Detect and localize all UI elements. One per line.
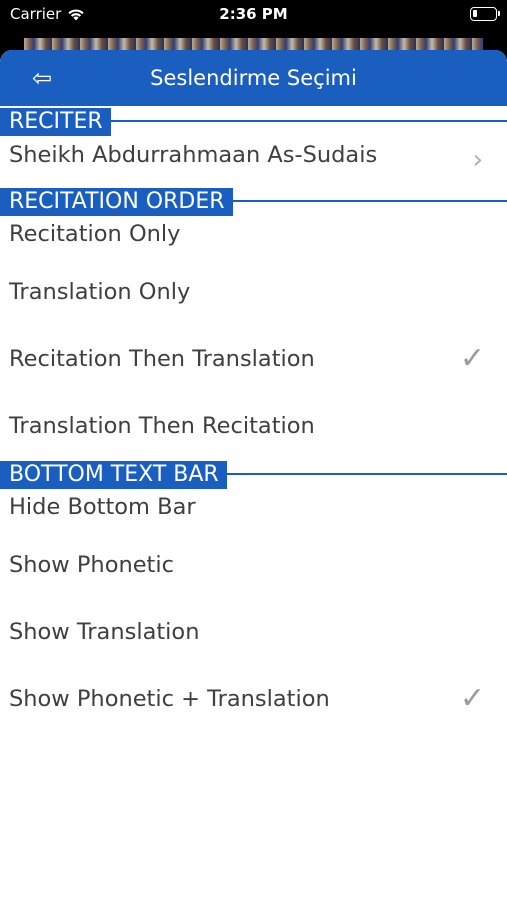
option-show-translation[interactable]: Show Translation xyxy=(0,598,507,665)
reciter-row[interactable]: Sheikh Abdurrahmaan As-Sudais › xyxy=(0,136,507,186)
option-label: Recitation Then Translation xyxy=(9,345,315,372)
reciter-name: Sheikh Abdurrahmaan As-Sudais xyxy=(9,142,378,168)
option-label: Hide Bottom Bar xyxy=(9,494,196,520)
checkmark-icon: ✓ xyxy=(459,341,485,376)
section-header-reciter: RECITER xyxy=(0,106,507,136)
checkmark-icon: ✓ xyxy=(459,681,485,716)
option-recitation-only[interactable]: Recitation Only xyxy=(0,216,507,258)
option-label: Translation Then Recitation xyxy=(9,412,315,439)
option-label: Recitation Only xyxy=(9,221,181,247)
option-translation-only[interactable]: Translation Only xyxy=(0,258,507,325)
battery-icon xyxy=(470,7,500,21)
option-show-phonetic-translation[interactable]: Show Phonetic + Translation ✓ xyxy=(0,665,507,732)
section-label: BOTTOM TEXT BAR xyxy=(0,461,227,489)
option-label: Show Phonetic xyxy=(9,551,175,578)
modal-sheet: ⇦ Seslendirme Seçimi RECITER Sheikh Abdu… xyxy=(0,50,507,900)
page-title: Seslendirme Seçimi xyxy=(150,66,357,90)
option-hide-bottom-bar[interactable]: Hide Bottom Bar xyxy=(0,489,507,531)
status-bar: Carrier 2:36 PM xyxy=(0,0,507,30)
option-translation-then-recitation[interactable]: Translation Then Recitation xyxy=(0,392,507,459)
option-recitation-then-translation[interactable]: Recitation Then Translation ✓ xyxy=(0,325,507,392)
section-header-bottom-text-bar: BOTTOM TEXT BAR xyxy=(0,459,507,489)
nav-bar: ⇦ Seslendirme Seçimi xyxy=(0,50,507,106)
option-label: Show Translation xyxy=(9,618,200,645)
chevron-right-icon: › xyxy=(472,145,483,175)
option-label: Show Phonetic + Translation xyxy=(9,685,330,712)
status-time: 2:36 PM xyxy=(219,5,288,23)
section-header-recitation-order: RECITATION ORDER xyxy=(0,186,507,216)
option-show-phonetic[interactable]: Show Phonetic xyxy=(0,531,507,598)
option-label: Translation Only xyxy=(9,278,191,305)
section-label: RECITATION ORDER xyxy=(0,188,233,216)
section-label: RECITER xyxy=(0,108,111,136)
